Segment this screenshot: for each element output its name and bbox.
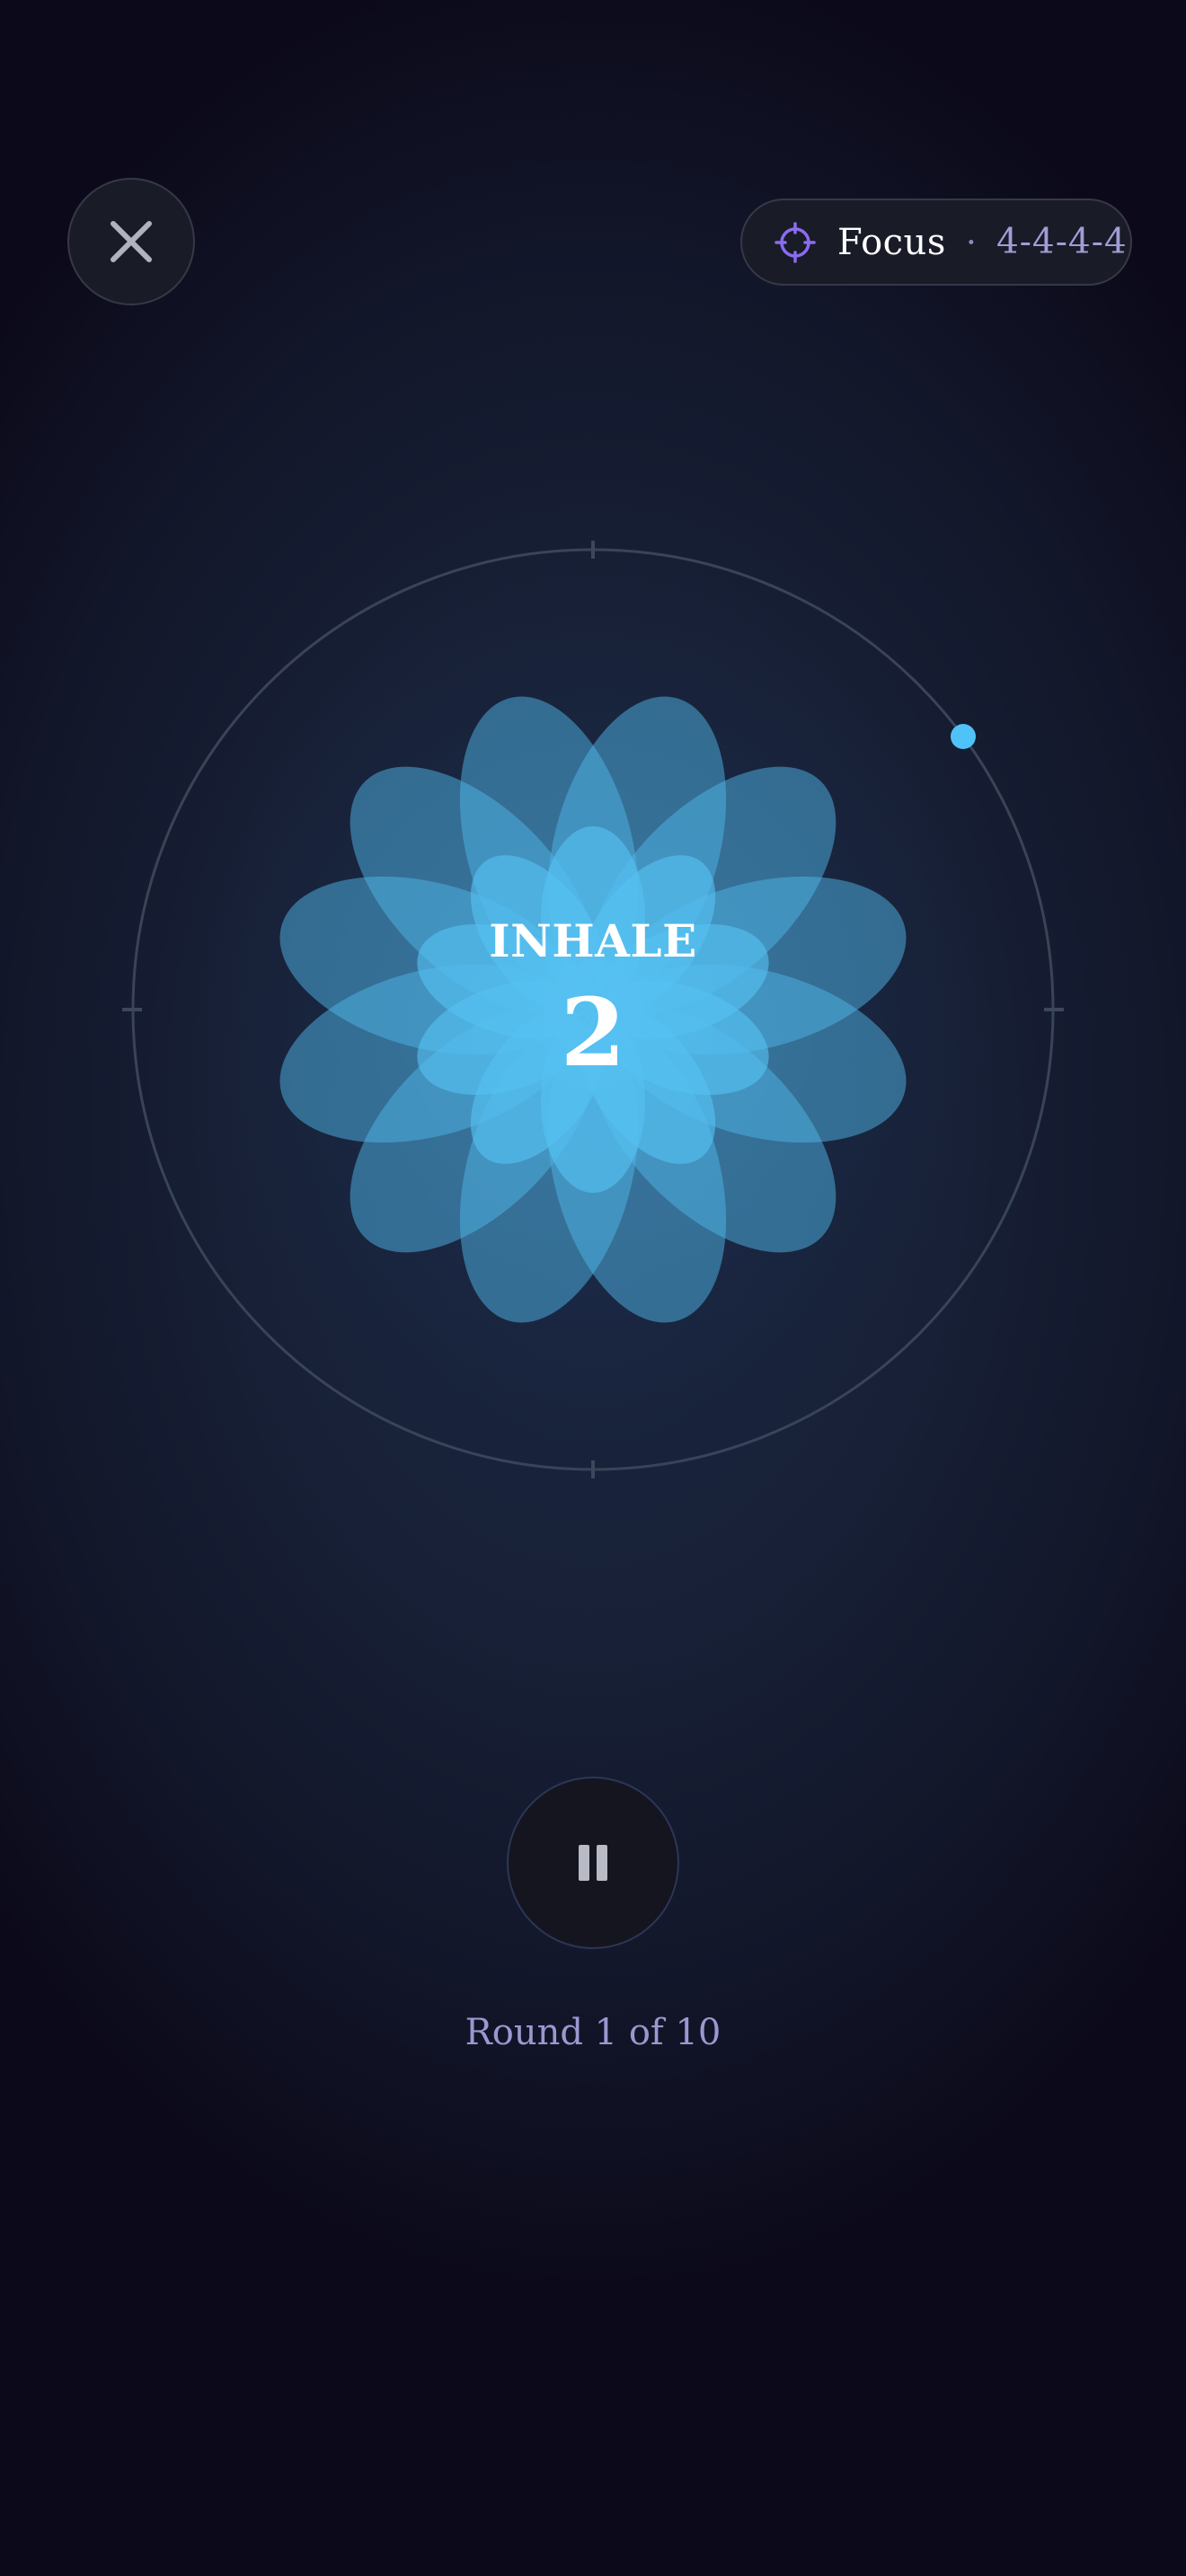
phase-countdown: 2 [560, 977, 626, 1088]
pause-button[interactable] [507, 1777, 679, 1949]
crosshair-target-icon [774, 221, 816, 263]
round-indicator: Round 1 of 10 [465, 2012, 721, 2053]
pause-icon [579, 1845, 589, 1881]
breathing-visual [122, 541, 1064, 1478]
close-icon [111, 221, 152, 262]
close-button[interactable] [67, 178, 195, 305]
breathing-stage: INHALE 2 [0, 0, 1186, 2576]
mode-separator: · [965, 222, 977, 262]
phase-label: INHALE [489, 914, 697, 967]
progress-dot [951, 724, 976, 749]
mode-name: Focus [837, 221, 946, 263]
pause-icon [597, 1845, 607, 1881]
breathing-pattern: 4-4-4-4 [996, 222, 1128, 262]
mode-selector[interactable]: Focus · 4-4-4-4 [740, 198, 1132, 286]
